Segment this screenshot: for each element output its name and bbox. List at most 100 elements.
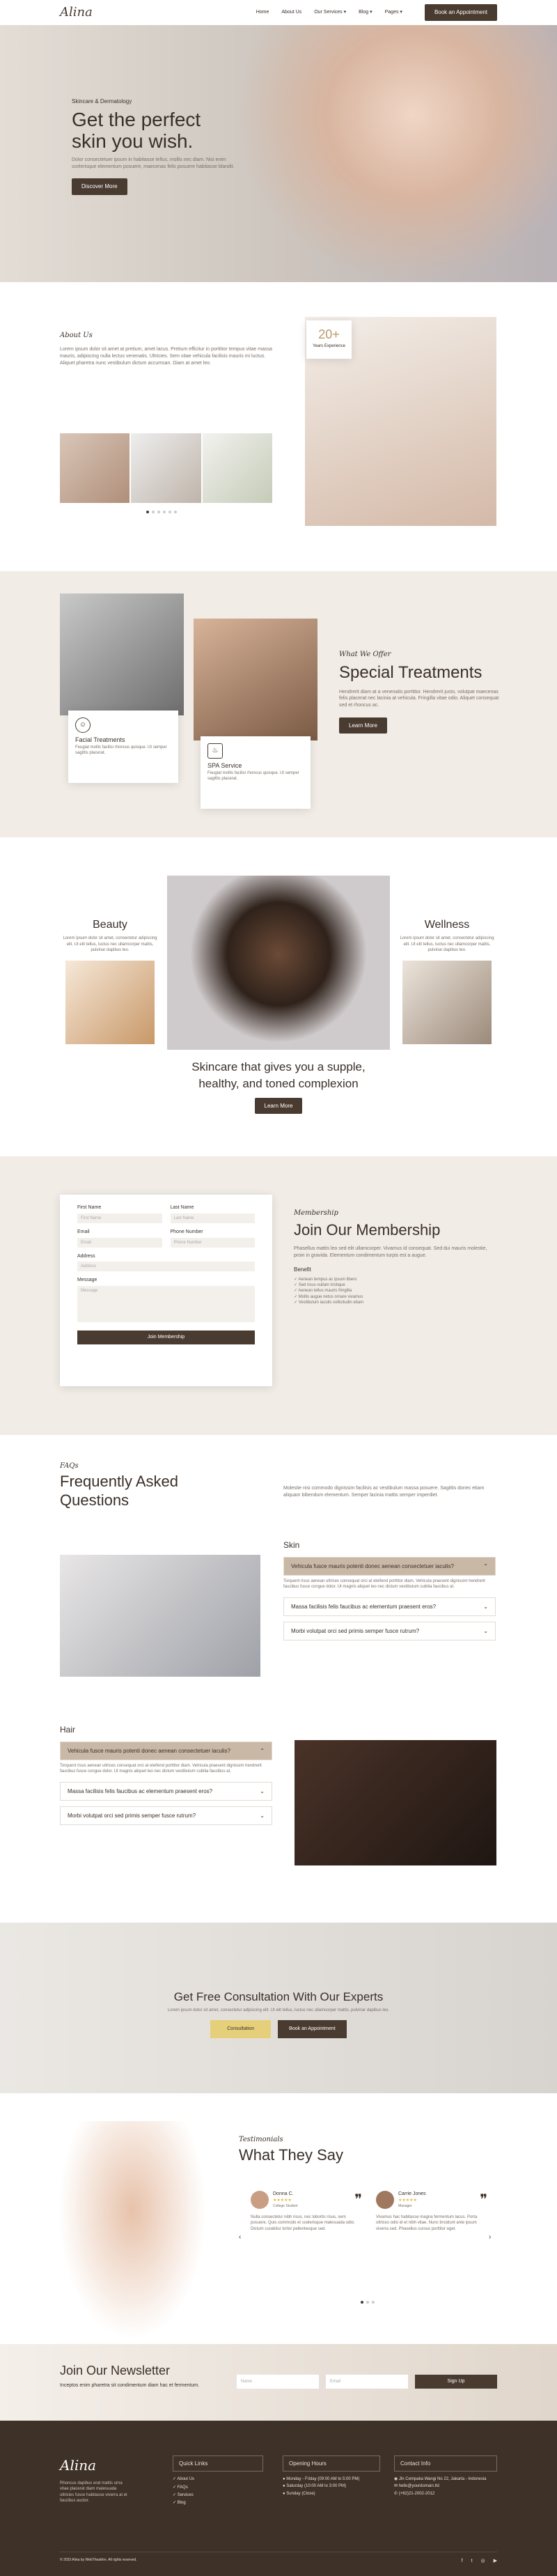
message-input[interactable]: Message (77, 1286, 255, 1323)
membership-section: First Name First Name Last Name Last Name … (0, 1156, 557, 1435)
about-section: About Us Lorem ipsum dolor sit amet at p… (0, 282, 557, 571)
youtube-icon[interactable]: ▶ (494, 2558, 497, 2565)
instagram-icon[interactable]: ◎ (481, 2558, 485, 2565)
faq-item[interactable]: Massa facilisis felis faucibus ac elemen… (283, 1597, 496, 1616)
testimonial-card: Donna C. ★★★★★ College Student ❞ Nulla con… (251, 2191, 362, 2232)
benefit-label: Benefit (294, 1266, 311, 1273)
newsletter-text: Inceptos enim pharetra sit condimentum d… (60, 2383, 199, 2389)
book-appointment-button[interactable]: Book an Appointment (424, 4, 497, 21)
card-title: Facial Treatments (75, 736, 125, 743)
chevron-down-icon: ⌄ (260, 1812, 265, 1819)
faq-title-2: Questions (60, 1491, 130, 1509)
consult-title: Get Free Consultation With Our Experts (173, 1990, 384, 2003)
chevron-down-icon: ▾ (343, 10, 347, 15)
newsletter-title: Join Our Newsletter (60, 2364, 171, 2377)
card-title: SPA Service (207, 762, 242, 769)
reviewer-name: Donna C. (273, 2191, 294, 2197)
chevron-down-icon: ⌄ (483, 1603, 488, 1610)
contact-phone[interactable]: ✆ (+62)21-2002-2012 (394, 2490, 497, 2497)
wellness-image (402, 960, 492, 1044)
faq-item-open[interactable]: Vehicula fusce mauris potenti donec aene… (60, 1741, 272, 1760)
treatment-image-2 (194, 619, 317, 740)
next-arrow-icon[interactable]: › (489, 2233, 491, 2242)
hero-title-1: Get the perfect (72, 109, 201, 131)
nav-services[interactable]: Our Services ▾ (314, 9, 346, 16)
footer-logo[interactable]: Alina (60, 2455, 130, 2475)
footer-link[interactable]: ✓ Blog (173, 2499, 263, 2507)
hours-item: ● Monday - Friday (09:00 AM to 5:00 PM) (283, 2477, 360, 2482)
hero-portrait (237, 25, 557, 282)
facebook-icon[interactable]: f (462, 2558, 463, 2565)
clock-icon: ● (283, 2484, 285, 2489)
skin-label: Skin (283, 1540, 300, 1550)
contact-email[interactable]: ✉ hello@yourdomain.tld (394, 2483, 497, 2490)
treatments-text: Hendrerit diam at a venenatis porttitor.… (339, 689, 499, 708)
first-name-input[interactable]: First Name (77, 1213, 162, 1223)
footer-link[interactable]: ✓ Services (173, 2492, 263, 2499)
faq-item[interactable]: Massa facilisis felis faucibus ac elemen… (60, 1781, 272, 1801)
nav-home[interactable]: Home (256, 9, 269, 16)
benefits-list: ✓ Aenean tempus ac ipsum libero ✓ Sed ri… (294, 1277, 496, 1306)
testimonial-card: Carrie Jones ★★★★★ Manager ❞ Vivamus hac h… (376, 2191, 487, 2232)
chevron-down-icon: ⌄ (483, 1627, 488, 1634)
last-name-label: Last Name (170, 1205, 194, 1210)
testimonial-portrait (56, 2121, 209, 2344)
membership-eyebrow: Membership (294, 1209, 338, 1217)
testimonials-eyebrow: Testimonials (239, 2136, 283, 2143)
email-label: Email (77, 1229, 90, 1234)
learn-more-button[interactable]: Learn More (254, 1097, 303, 1114)
about-gallery (60, 433, 272, 503)
email-input[interactable]: Email (77, 1237, 162, 1248)
faq-item[interactable]: Morbi volutpat orci sed primis semper fu… (60, 1806, 272, 1826)
newsletter-name-input[interactable]: Name (237, 2375, 319, 2389)
logo[interactable]: Alina (60, 3, 93, 21)
experience-badge: 20+ Years Experience (306, 320, 352, 359)
headline-1: Skincare that gives you a supple, (191, 1060, 366, 1073)
hours-item: ● Saturday (10:00 AM to 3:00 PM) (283, 2484, 347, 2489)
phone-icon: ✆ (394, 2491, 398, 2496)
footer-link[interactable]: ✓ About Us (173, 2476, 263, 2483)
card-text: Feugiat mollis facilisi rhoncus quisque.… (75, 745, 167, 755)
discover-more-button[interactable]: Discover More (72, 178, 127, 195)
spa-icon: ♨ (207, 743, 223, 759)
phone-input[interactable]: Phone Number (170, 1237, 255, 1248)
learn-more-button[interactable]: Learn More (339, 717, 387, 734)
faq-item-open[interactable]: Vehicula fusce mauris potenti donec aene… (283, 1556, 496, 1576)
nav-pages[interactable]: Pages ▾ (385, 9, 402, 16)
testimonials-title: What They Say (239, 2146, 343, 2164)
consultation-button[interactable]: Consultation (210, 2020, 272, 2038)
gallery-dots[interactable] (146, 511, 177, 513)
last-name-input[interactable]: Last Name (170, 1213, 255, 1223)
faq-item[interactable]: Morbi volutpat orci sed primis semper fu… (283, 1621, 496, 1641)
prev-arrow-icon[interactable]: ‹ (239, 2233, 241, 2242)
model-image (167, 876, 390, 1050)
membership-title: Join Our Membership (294, 1221, 441, 1239)
newsletter-section: Join Our Newsletter Inceptos enim pharet… (0, 2344, 557, 2421)
faq-answer: Torquent risus aenean ultrices consequat… (283, 1578, 485, 1590)
testimonial-text: Nulla consectetur nibh risus, nec lobort… (251, 2215, 355, 2231)
nav-about[interactable]: About Us (281, 9, 301, 16)
address-input[interactable]: Address (77, 1262, 255, 1272)
chevron-down-icon: ▾ (370, 10, 372, 15)
sign-up-button[interactable]: Sign Up (415, 2375, 497, 2389)
badge-number: 20+ (318, 327, 340, 341)
gallery-image (131, 433, 201, 503)
newsletter-email-input[interactable]: Email (326, 2375, 408, 2389)
opening-hours-heading: Opening Hours (283, 2455, 380, 2472)
twitter-icon[interactable]: t (471, 2558, 473, 2565)
footer-link[interactable]: ✓ FAQs (173, 2484, 263, 2492)
message-label: Message (77, 1278, 97, 1283)
join-membership-button[interactable]: Join Membership (77, 1330, 255, 1344)
facial-treatments-card[interactable]: ☺ Facial Treatments Feugiat mollis facil… (68, 711, 178, 783)
spa-service-card[interactable]: ♨ SPA Service Feugiat mollis facilisi rh… (201, 736, 311, 809)
phone-label: Phone Number (170, 1229, 203, 1234)
avatar (376, 2191, 394, 2209)
chevron-down-icon: ⌄ (260, 1787, 265, 1794)
quick-links-heading: Quick Links (173, 2455, 263, 2472)
reviewer-role: College Student (273, 2203, 298, 2208)
skin-image (60, 1555, 260, 1677)
book-appointment-button[interactable]: Book an Appointment (278, 2020, 347, 2038)
carousel-dots[interactable] (361, 2301, 375, 2304)
quote-icon: ❞ (354, 2192, 362, 2208)
nav-blog[interactable]: Blog ▾ (359, 9, 372, 16)
